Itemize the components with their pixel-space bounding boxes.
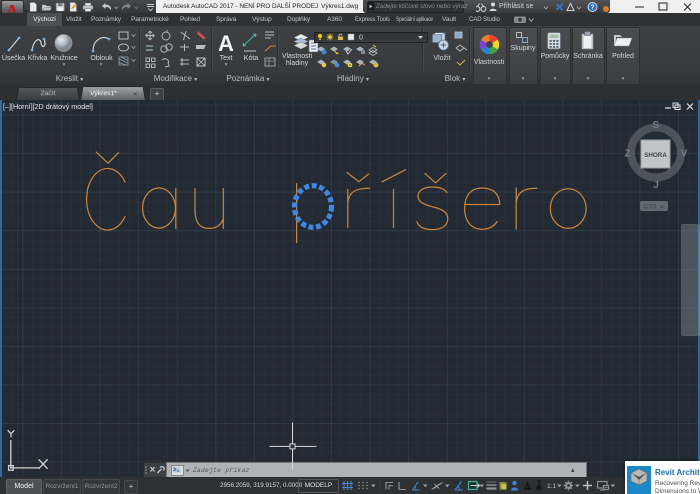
svg-text:J: J <box>653 180 659 191</box>
svg-text:1:1: 1:1 <box>547 483 556 490</box>
svg-text:GSS: GSS <box>644 205 657 211</box>
svg-text:A: A <box>218 31 234 56</box>
svg-text:SHORA: SHORA <box>644 152 667 159</box>
svg-text:0: 0 <box>359 34 363 41</box>
svg-text:?: ? <box>590 5 594 12</box>
svg-text:Z: Z <box>624 149 630 160</box>
svg-text:V: V <box>681 149 688 160</box>
svg-text:S: S <box>653 120 660 131</box>
